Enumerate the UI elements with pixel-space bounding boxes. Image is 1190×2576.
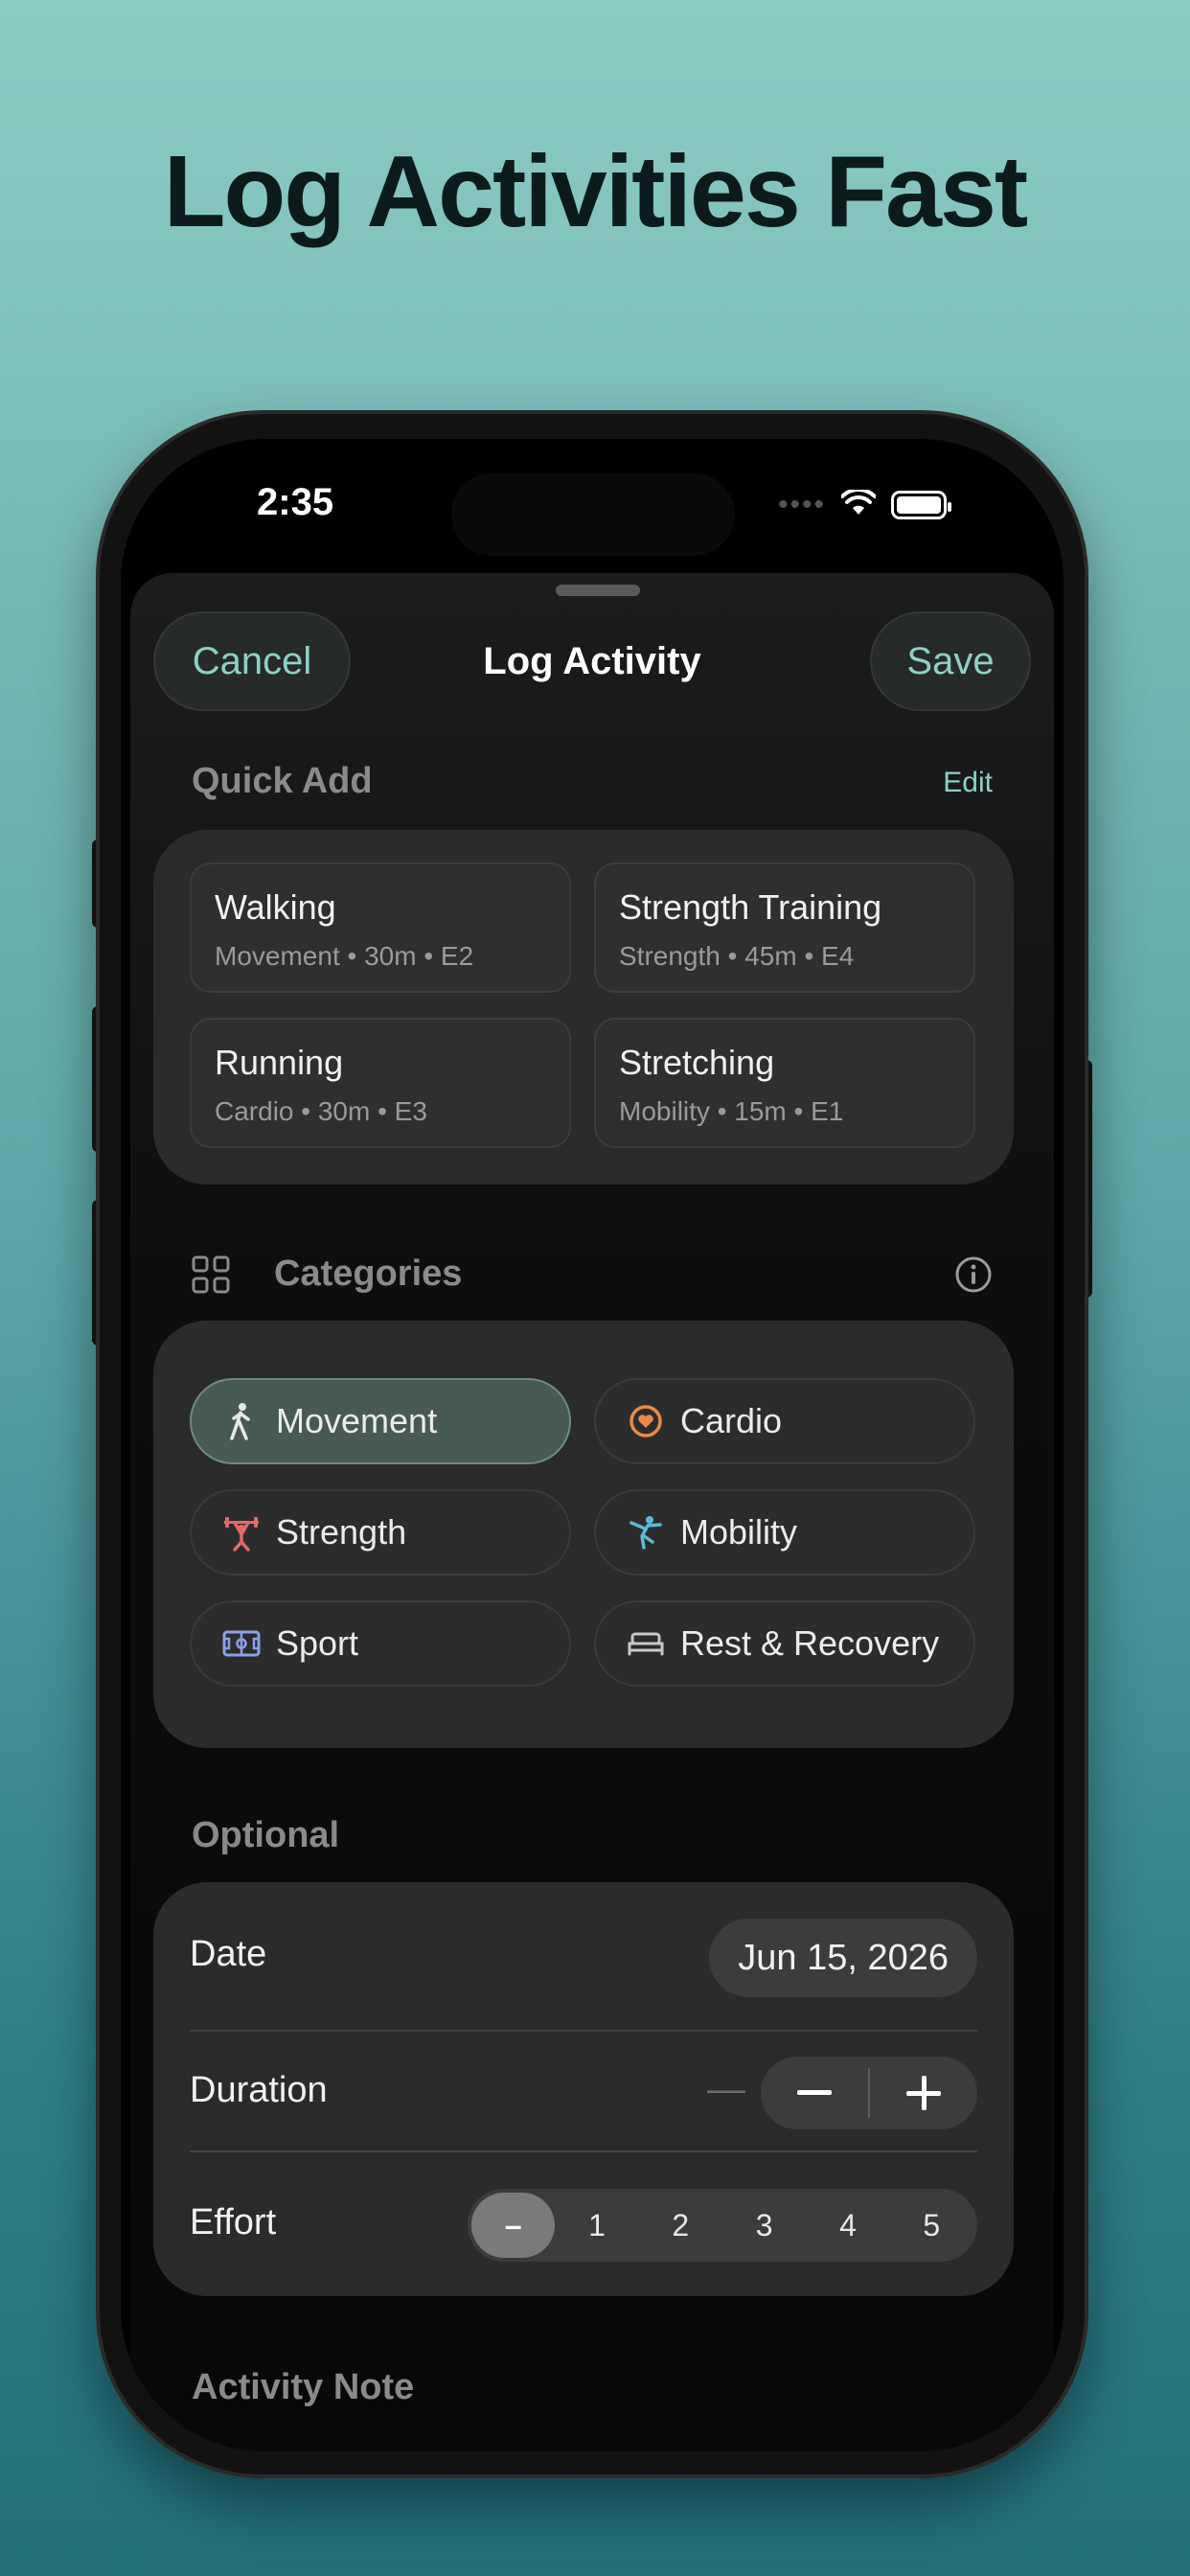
stretch-icon	[627, 1513, 665, 1552]
quick-add-title: Running	[215, 1043, 344, 1082]
category-sport[interactable]: Sport	[190, 1600, 571, 1687]
category-movement[interactable]: Movement	[190, 1378, 571, 1464]
duration-stepper	[761, 2057, 977, 2129]
cellular-signal-icon: ••••	[777, 489, 826, 520]
battery-icon	[891, 491, 951, 519]
decrement-button[interactable]	[761, 2057, 868, 2129]
effort-option-4[interactable]: 4	[806, 2193, 889, 2258]
quick-add-title: Stretching	[619, 1043, 775, 1082]
category-label: Sport	[276, 1623, 359, 1663]
quick-add-details: Strength • 45m • E4	[619, 941, 855, 971]
status-icons: ••••	[777, 487, 951, 521]
date-picker[interactable]: Jun 15, 2026	[709, 1919, 977, 1997]
effort-option-2[interactable]: 2	[639, 2193, 722, 2258]
increment-button[interactable]	[870, 2057, 977, 2129]
category-strength[interactable]: Strength	[190, 1489, 571, 1576]
quick-add-details: Mobility • 15m • E1	[619, 1096, 844, 1126]
duration-value: —	[707, 2068, 745, 2110]
divider	[190, 2030, 977, 2032]
duration-label: Duration	[190, 2070, 328, 2110]
quick-add-walking[interactable]: Walking Movement • 30m • E2	[190, 862, 571, 993]
category-label: Movement	[276, 1401, 438, 1440]
optional-label: Optional	[192, 1815, 340, 1855]
divider	[190, 2150, 977, 2152]
quick-add-details: Cardio • 30m • E3	[215, 1096, 427, 1126]
status-time: 2:35	[257, 481, 334, 523]
heart-icon	[627, 1402, 665, 1440]
quick-add-details: Movement • 30m • E2	[215, 941, 474, 971]
edit-quick-add-link[interactable]: Edit	[943, 767, 993, 799]
effort-option-1[interactable]: 1	[555, 2193, 638, 2258]
dynamic-island	[451, 473, 735, 556]
activity-note-label: Activity Note	[192, 2367, 415, 2407]
quick-add-strength-training[interactable]: Strength Training Strength • 45m • E4	[594, 862, 975, 993]
category-label: Mobility	[680, 1512, 798, 1552]
walking-icon	[222, 1402, 261, 1440]
categories-card: Movement Cardio Strength Mobility Sport …	[153, 1321, 1014, 1748]
date-label: Date	[190, 1934, 267, 1974]
bed-icon	[627, 1624, 665, 1663]
effort-segmented-control: – 1 2 3 4 5	[468, 2189, 977, 2262]
effort-option-none[interactable]: –	[471, 2193, 556, 2258]
category-label: Rest & Recovery	[680, 1623, 940, 1663]
field-icon	[222, 1624, 261, 1663]
quick-add-title: Strength Training	[619, 887, 882, 927]
phone-screen: 2:35 •••• Cancel Log Activity Save Quick…	[121, 439, 1064, 2451]
quick-add-title: Walking	[215, 887, 336, 927]
weightlifter-icon	[222, 1513, 261, 1552]
sheet-grabber[interactable]	[556, 585, 640, 596]
quick-add-running[interactable]: Running Cardio • 30m • E3	[190, 1018, 571, 1148]
log-activity-sheet: Cancel Log Activity Save Quick Add Edit …	[130, 573, 1054, 2451]
categories-label: Categories	[274, 1254, 463, 1294]
quick-add-card: Walking Movement • 30m • E2 Strength Tra…	[153, 830, 1014, 1184]
category-label: Strength	[276, 1512, 407, 1552]
wifi-icon	[840, 487, 877, 521]
effort-option-5[interactable]: 5	[890, 2193, 973, 2258]
category-label: Cardio	[680, 1401, 783, 1440]
grid-icon	[192, 1255, 230, 1299]
info-icon[interactable]	[954, 1255, 993, 1299]
save-button[interactable]: Save	[870, 611, 1031, 711]
category-rest-recovery[interactable]: Rest & Recovery	[594, 1600, 975, 1687]
quick-add-stretching[interactable]: Stretching Mobility • 15m • E1	[594, 1018, 975, 1148]
effort-label: Effort	[190, 2202, 277, 2242]
quick-add-label: Quick Add	[192, 761, 373, 801]
headline: Log Activities Fast	[163, 135, 1028, 248]
effort-option-3[interactable]: 3	[722, 2193, 806, 2258]
category-cardio[interactable]: Cardio	[594, 1378, 975, 1464]
optional-card: Date Jun 15, 2026 Duration — Effort – 1 …	[153, 1882, 1014, 2296]
category-mobility[interactable]: Mobility	[594, 1489, 975, 1576]
